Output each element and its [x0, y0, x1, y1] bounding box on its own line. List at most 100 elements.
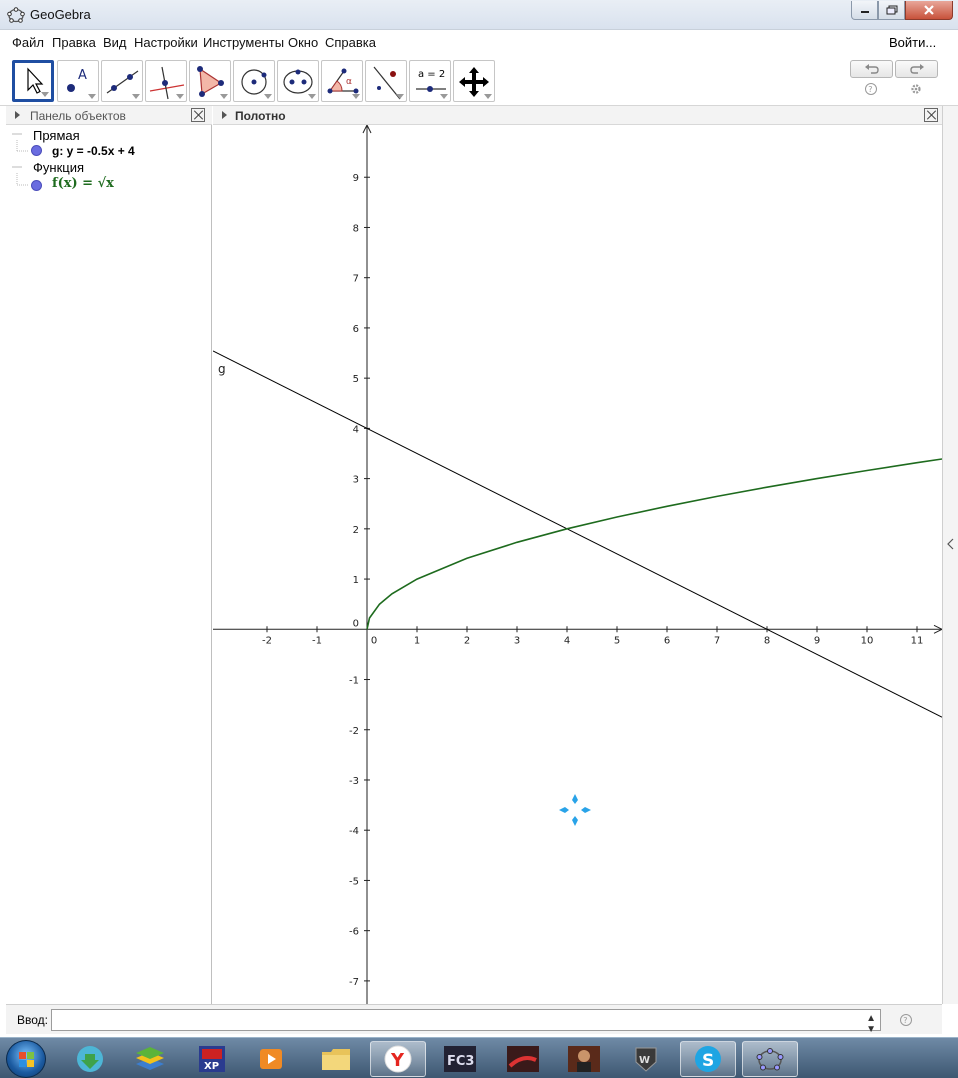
x-tick-label: 5 — [614, 635, 620, 646]
collapse-arrow-icon[interactable] — [945, 538, 955, 550]
svg-text:FC3: FC3 — [447, 1054, 474, 1069]
fc3-game-icon[interactable]: FC3 — [432, 1041, 488, 1077]
graphics-panel-title: Полотно — [235, 109, 286, 123]
series-g — [213, 350, 942, 718]
menu-view[interactable]: Вид — [103, 35, 127, 50]
game-character-icon[interactable] — [556, 1041, 612, 1077]
y-tick-label: -3 — [349, 776, 359, 787]
menu-file[interactable]: Файл — [12, 35, 44, 50]
media-player-icon[interactable] — [243, 1041, 299, 1077]
redo-button[interactable] — [895, 60, 938, 78]
svg-text:S: S — [702, 1051, 714, 1071]
x-tick-label: 2 — [464, 635, 470, 646]
undo-icon — [864, 64, 879, 74]
visibility-toggle-g[interactable] — [31, 145, 42, 156]
tool-perpendicular[interactable] — [145, 60, 187, 102]
taskbar: XP Y FC3 W S — [0, 1037, 958, 1078]
menu-bar: Файл Правка Вид Настройки Инструменты Ок… — [0, 30, 958, 54]
svg-text:?: ? — [868, 85, 872, 94]
y-tick-label: -5 — [349, 876, 359, 887]
plot-curves — [213, 350, 942, 718]
close-panel-icon[interactable] — [924, 108, 938, 122]
x-tick-label: 11 — [911, 635, 924, 646]
menu-edit[interactable]: Правка — [52, 35, 96, 50]
x-tick-label: 8 — [764, 635, 770, 646]
yandex-browser-icon[interactable]: Y — [370, 1041, 426, 1077]
graphics-panel-header[interactable]: Полотно — [213, 106, 942, 125]
y-tick-label: 3 — [353, 475, 359, 486]
settings-gear-icon[interactable] — [909, 82, 923, 96]
axes — [213, 125, 942, 1004]
help-icon[interactable]: ? — [864, 82, 878, 96]
tool-move-graphics[interactable] — [453, 60, 495, 102]
algebra-panel: Панель объектов Прямая g: y = -0.5x + 4 … — [6, 106, 212, 1004]
racing-game-icon[interactable] — [495, 1041, 551, 1077]
y-tick-label: -6 — [349, 927, 359, 938]
svg-text:A: A — [78, 68, 87, 83]
help-icon[interactable]: ? — [899, 1013, 913, 1027]
close-panel-icon[interactable] — [191, 108, 205, 122]
svg-text:Y: Y — [390, 1050, 405, 1071]
x-tick-label: 10 — [861, 635, 874, 646]
y-tick-label: 4 — [353, 424, 359, 435]
undo-button[interactable] — [850, 60, 893, 78]
expand-arrow-icon[interactable] — [222, 111, 227, 119]
tool-line[interactable] — [101, 60, 143, 102]
object-f-definition[interactable]: f(x) = √x — [52, 176, 114, 191]
expand-arrow-icon[interactable] — [15, 111, 20, 119]
window-title: GeoGebra — [30, 7, 91, 22]
line-label-g[interactable]: g — [218, 362, 226, 376]
graphics-canvas[interactable]: -2 -1 0 1 2 3 4 5 6 7 8 9 10 11 -7 -6 -5 -4 -3 -2 -1 0 1 2 3 4 5 6 7… — [213, 125, 942, 1004]
world-of-tanks-icon[interactable]: W — [618, 1041, 674, 1077]
bluestacks-icon[interactable] — [122, 1041, 178, 1077]
y-tick-label: -1 — [349, 676, 359, 687]
group-label-function[interactable]: Функция — [33, 160, 84, 175]
x-tick-label: 7 — [714, 635, 720, 646]
y-tick-label: 1 — [353, 575, 359, 586]
side-panel-edge — [942, 106, 958, 1004]
start-button[interactable] — [6, 1040, 46, 1078]
menu-window[interactable]: Окно — [288, 35, 318, 50]
geogebra-icon[interactable] — [742, 1041, 798, 1077]
skype-icon[interactable]: S — [680, 1041, 736, 1077]
input-field[interactable]: ▲ ▼ — [51, 1009, 881, 1035]
visibility-toggle-f[interactable] — [31, 180, 42, 191]
tool-circle[interactable] — [233, 60, 275, 102]
svg-text:W: W — [639, 1055, 650, 1066]
tool-reflect[interactable] — [365, 60, 407, 102]
menu-help[interactable]: Справка — [325, 35, 376, 50]
slider-label: a = 2 — [418, 69, 446, 80]
tool-polygon[interactable] — [189, 60, 231, 102]
x-tick-label: 3 — [514, 635, 520, 646]
maximize-button[interactable] — [878, 1, 905, 20]
y-tick-label: 7 — [353, 274, 359, 285]
x-tick-label: -2 — [262, 635, 272, 646]
tool-ellipse[interactable] — [277, 60, 319, 102]
group-label-line[interactable]: Прямая — [33, 128, 80, 143]
y-tick-label: 5 — [353, 374, 359, 385]
series-f — [366, 458, 942, 630]
menu-settings[interactable]: Настройки — [134, 35, 198, 50]
x-tick-label: 6 — [664, 635, 670, 646]
title-bar: GeoGebra — [0, 0, 958, 30]
folder-icon[interactable] — [308, 1041, 364, 1077]
xp-icon[interactable]: XP — [184, 1041, 240, 1077]
y-tick-label: 9 — [353, 173, 359, 184]
y-tick-label: 2 — [353, 525, 359, 536]
tool-point[interactable]: A — [57, 60, 99, 102]
object-g-definition[interactable]: g: y = -0.5x + 4 — [52, 144, 135, 158]
algebra-panel-header[interactable]: Панель объектов — [6, 106, 212, 125]
geogebra-logo-icon — [7, 7, 25, 23]
history-spinner-icon[interactable]: ▲ ▼ — [866, 1013, 876, 1035]
close-window-button[interactable] — [905, 1, 953, 20]
restore-icon — [886, 5, 897, 15]
tool-angle[interactable]: α — [321, 60, 363, 102]
menu-tools[interactable]: Инструменты — [203, 35, 284, 50]
login-link[interactable]: Войти... — [889, 35, 936, 50]
svg-text:α: α — [346, 77, 352, 87]
tool-slider[interactable]: a = 2 — [409, 60, 451, 102]
minimize-button[interactable] — [851, 1, 878, 20]
download-icon[interactable] — [62, 1041, 118, 1077]
y-tick-label: 8 — [353, 223, 359, 234]
tool-move[interactable] — [12, 60, 54, 102]
